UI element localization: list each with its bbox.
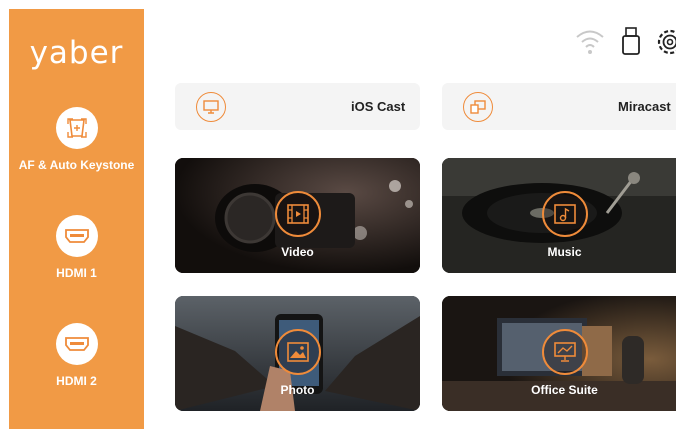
- music-note-icon: [541, 191, 588, 237]
- sidebar-item-hdmi-2[interactable]: HDMI 2: [9, 323, 144, 388]
- office-suite-tile[interactable]: Office Suite: [442, 296, 676, 411]
- sidebar-item-hdmi-1[interactable]: HDMI 1: [9, 215, 144, 280]
- ios-cast-button[interactable]: iOS Cast: [175, 83, 420, 130]
- photo-tile[interactable]: Photo: [175, 296, 420, 411]
- wifi-icon: [574, 26, 606, 61]
- sidebar-item-af-keystone[interactable]: AF & Auto Keystone: [9, 107, 144, 172]
- usb-icon: [620, 26, 642, 63]
- miracast-button[interactable]: Miracast: [442, 83, 676, 130]
- sidebar-item-label: AF & Auto Keystone: [18, 158, 135, 172]
- image-icon: [274, 329, 321, 375]
- settings-gear-icon[interactable]: [652, 26, 676, 63]
- sidebar-item-label: HDMI 2: [56, 374, 97, 388]
- film-play-icon: [274, 191, 321, 237]
- presentation-icon: [541, 329, 588, 375]
- tile-label: Video: [281, 245, 314, 259]
- tile-label: Music: [547, 245, 582, 259]
- cast-label: iOS Cast: [351, 99, 406, 114]
- screen-mirror-icon: [196, 92, 226, 122]
- tile-label: Office Suite: [531, 383, 598, 397]
- cast-label: Miracast: [618, 99, 671, 114]
- music-tile[interactable]: Music: [442, 158, 676, 273]
- hdmi-icon: [55, 215, 98, 257]
- hdmi-icon: [55, 323, 98, 365]
- sidebar: yaber AF & Auto Keystone HDMI 1 HDMI 2: [9, 9, 144, 429]
- tile-label: Photo: [280, 383, 315, 397]
- brand-logo: yaber: [29, 35, 124, 71]
- sidebar-item-label: HDMI 1: [56, 266, 97, 280]
- keystone-icon: [55, 107, 98, 149]
- video-tile[interactable]: Video: [175, 158, 420, 273]
- devices-icon: [463, 92, 493, 122]
